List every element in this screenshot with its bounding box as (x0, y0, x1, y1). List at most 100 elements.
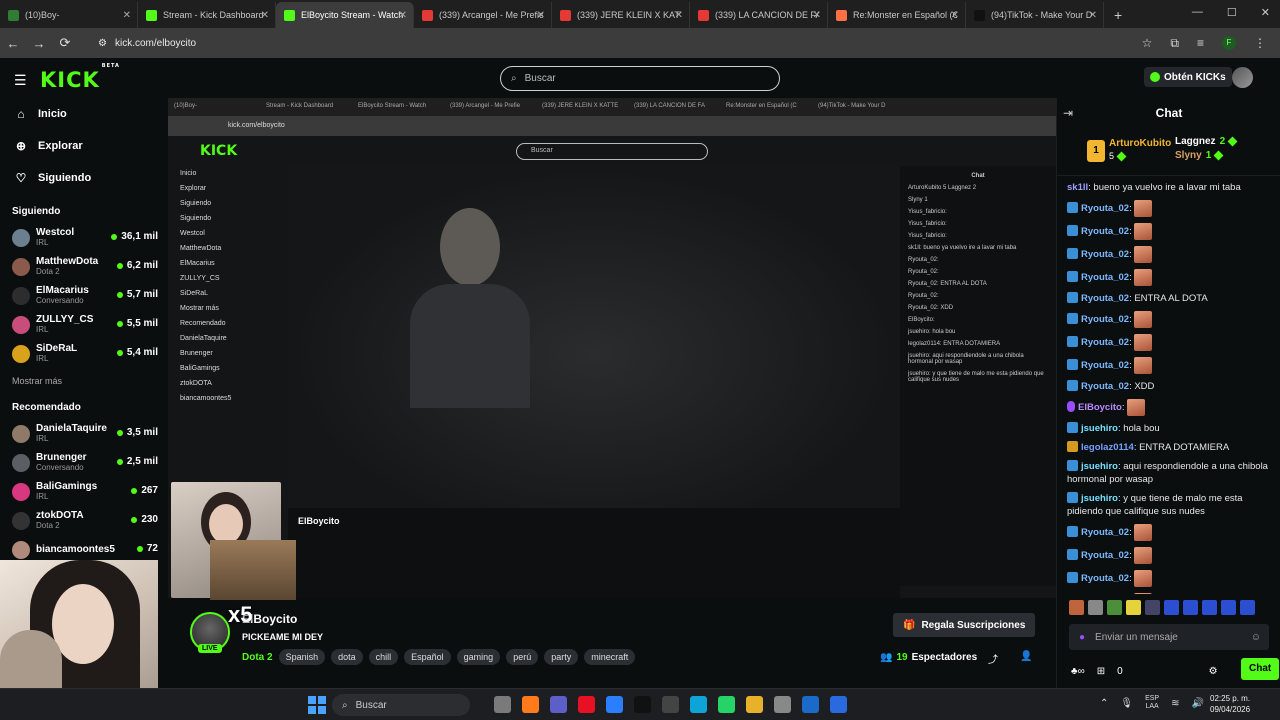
channel-item[interactable]: SiDeRaL IRL 5,4 mil (0, 339, 168, 368)
profile-avatar[interactable]: F (1222, 36, 1236, 50)
user-avatar[interactable] (1232, 67, 1253, 88)
leader-3[interactable]: Slyny 1 (1175, 150, 1224, 161)
channel-item[interactable]: ztokDOTA Dota 2 230 (0, 506, 168, 535)
emoji-icon[interactable]: ☺ (1251, 632, 1261, 643)
bookmark-star-icon[interactable]: ☆ (1142, 36, 1153, 50)
chat-username[interactable]: Ryouta_02 (1081, 314, 1129, 325)
channel-item[interactable]: DanielaTaquire IRL 3,5 mil (0, 419, 168, 448)
taskbar-app-icon[interactable] (830, 696, 847, 713)
close-tab-icon[interactable]: ✕ (675, 10, 683, 21)
emote-icon[interactable] (1164, 600, 1179, 615)
emote-icon[interactable] (1183, 600, 1198, 615)
emote-icon[interactable] (1069, 600, 1084, 615)
chat-username[interactable]: Ryouta_02 (1081, 573, 1129, 584)
browser-tab[interactable]: (339) LA CANCION DE FA ✕ (690, 2, 828, 28)
follow-icon[interactable]: 👤 (1020, 651, 1032, 666)
taskbar-app-icon[interactable] (634, 696, 651, 713)
stream-tag[interactable]: perú (506, 649, 539, 665)
chat-username[interactable]: jsuehiro (1081, 461, 1118, 472)
chat-username[interactable]: Ryouta_02 (1081, 360, 1129, 371)
wifi-icon[interactable]: ≋ (1171, 698, 1179, 709)
points-icon[interactable]: ♣∞ (1071, 666, 1085, 677)
browser-tab[interactable]: (94)TikTok - Make Your D ✕ (966, 2, 1104, 28)
emote-icon[interactable] (1126, 600, 1141, 615)
chat-username[interactable]: Ryouta_02 (1081, 249, 1129, 260)
emote-icon[interactable] (1221, 600, 1236, 615)
taskbar-app-icon[interactable] (774, 696, 791, 713)
video-player[interactable]: (10)Boy- Stream - Kick Dashboard ElBoycito… (168, 98, 1056, 598)
taskbar-app-icon[interactable] (718, 696, 735, 713)
chat-username[interactable]: Ryouta_02 (1081, 293, 1129, 304)
browser-tab[interactable]: (339) JERE KLEIN X KATTE ✕ (552, 2, 690, 28)
taskbar-app-icon[interactable] (550, 696, 567, 713)
close-tab-icon[interactable]: ✕ (813, 10, 821, 21)
chat-username[interactable]: Ryouta_02 (1081, 226, 1129, 237)
reload-icon[interactable]: ⟳ (52, 35, 78, 51)
leader-2[interactable]: Laggnez 2 (1175, 136, 1238, 147)
hamburger-menu-icon[interactable]: ☰ (14, 72, 27, 89)
browser-tab[interactable]: Re:Monster en Español (C ✕ (828, 2, 966, 28)
nav-item-explorar[interactable]: ⊕ Explorar (0, 130, 168, 162)
nav-item-siguiendo[interactable]: ♡ Siguiendo (0, 162, 168, 194)
channel-item[interactable]: Brunenger Conversando 2,5 mil (0, 448, 168, 477)
chat-username[interactable]: Ryouta_02 (1081, 381, 1129, 392)
back-icon[interactable]: ← (0, 36, 26, 51)
nav-item-inicio[interactable]: ⌂ Inicio (0, 98, 168, 130)
taskbar-app-icon[interactable] (494, 696, 511, 713)
emote-icon[interactable] (1107, 600, 1122, 615)
taskbar-search[interactable]: ⌕ Buscar (332, 694, 470, 716)
close-tab-icon[interactable]: ✕ (261, 10, 269, 21)
close-window-icon[interactable]: ✕ (1261, 6, 1270, 19)
close-tab-icon[interactable]: ✕ (951, 10, 959, 21)
emote-icon[interactable] (1088, 600, 1103, 615)
search-input[interactable]: ⌕ Buscar (500, 66, 780, 91)
chat-username[interactable]: Ryouta_02 (1081, 272, 1129, 283)
new-tab-icon[interactable]: + (1104, 2, 1132, 28)
chevron-up-icon[interactable]: ⌃ (1100, 698, 1108, 709)
forward-icon[interactable]: → (26, 36, 52, 51)
stream-tag[interactable]: Spanish (278, 649, 326, 665)
kick-logo[interactable]: KICKBETA (40, 63, 119, 92)
close-tab-icon[interactable]: ✕ (399, 10, 407, 21)
taskbar-clock[interactable]: 02:25 p. m. 09/04/2026 (1210, 693, 1250, 715)
maximize-icon[interactable]: ☐ (1227, 6, 1237, 19)
settings-gear-icon[interactable]: ⚙ (1209, 666, 1218, 677)
stream-tag[interactable]: minecraft (584, 649, 636, 665)
stream-tag[interactable]: Español (404, 649, 451, 665)
channel-item[interactable]: MatthewDota Dota 2 6,2 mil (0, 252, 168, 281)
close-tab-icon[interactable]: ✕ (123, 10, 131, 21)
extensions-icon[interactable]: ⧉ (1170, 36, 1179, 51)
chat-username[interactable]: sk1ll (1067, 182, 1088, 193)
chat-username[interactable]: Ryouta_02 (1081, 337, 1129, 348)
url-field[interactable]: ⚙ kick.com/elboycito (88, 31, 1138, 55)
taskbar-app-icon[interactable] (690, 696, 707, 713)
show-more-link[interactable]: Mostrar más (0, 368, 168, 390)
playlist-icon[interactable]: ≡ (1197, 36, 1204, 50)
chat-username[interactable]: legolaz0114 (1081, 442, 1134, 453)
volume-icon[interactable]: 🔊 (1192, 698, 1204, 709)
channel-item[interactable]: ZULLYY_CS IRL 5,5 mil (0, 310, 168, 339)
site-info-icon[interactable]: ⚙ (98, 38, 107, 49)
taskbar-app-icon[interactable] (802, 696, 819, 713)
emote-icon[interactable] (1145, 600, 1160, 615)
channel-item[interactable]: BaliGamings IRL 267 (0, 477, 168, 506)
chat-input[interactable]: ● Enviar un mensaje ☺ (1069, 624, 1269, 650)
mic-tray-icon[interactable]: 🎙 (1120, 698, 1133, 709)
chat-username[interactable]: jsuehiro (1081, 493, 1118, 504)
emote-icon[interactable] (1202, 600, 1217, 615)
more-menu-icon[interactable]: ⋮ (1254, 36, 1266, 50)
gift-subs-button[interactable]: 🎁 Regala Suscripciones (893, 613, 1036, 637)
stream-tag[interactable]: dota (331, 649, 363, 665)
browser-tab[interactable]: ElBoycito Stream - Watch ✕ (276, 2, 414, 28)
windows-start-icon[interactable] (308, 696, 326, 714)
channel-item[interactable]: ElMacarius Conversando 5,7 mil (0, 281, 168, 310)
chat-username[interactable]: Ryouta_02 (1081, 527, 1129, 538)
channel-item[interactable]: Westcol IRL 36,1 mil (0, 223, 168, 252)
stream-tag[interactable]: party (544, 649, 579, 665)
chat-username[interactable]: ElBoycito (1078, 402, 1122, 413)
browser-tab[interactable]: (10)Boy- ✕ (0, 2, 138, 28)
chat-username[interactable]: Ryouta_02 (1081, 550, 1129, 561)
browser-tab[interactable]: (339) Arcangel - Me Prefie ✕ (414, 2, 552, 28)
send-chat-button[interactable]: Chat (1241, 658, 1280, 680)
minimize-icon[interactable]: — (1192, 6, 1203, 19)
